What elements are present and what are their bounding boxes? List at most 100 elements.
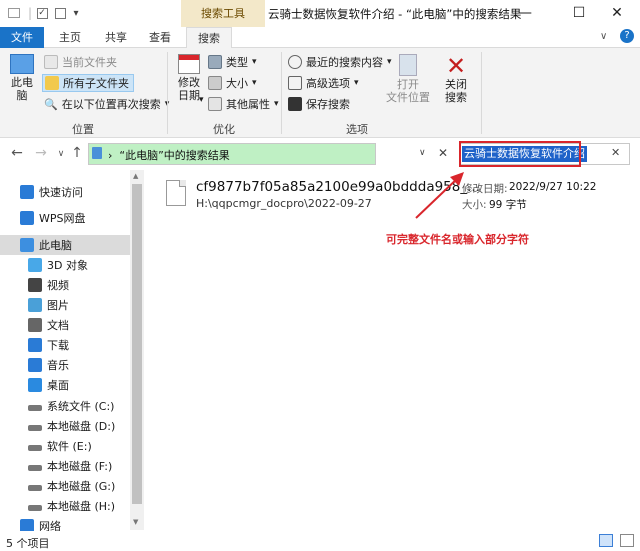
drive-icon — [28, 425, 42, 431]
large-icons-view-icon[interactable] — [620, 534, 634, 547]
chevron-down-icon: ▾ — [252, 57, 257, 67]
search-again-button[interactable]: 🔍在以下位置再次搜索▾ — [44, 95, 169, 113]
result-size-value: 99 字节 — [489, 199, 527, 211]
back-arrow-icon[interactable]: ← — [8, 145, 26, 161]
sidebar-item-label: 此电脑 — [39, 239, 72, 252]
size-button[interactable]: 大小 ▾ — [208, 74, 257, 92]
collapse-ribbon-icon[interactable]: ∨ — [600, 31, 607, 42]
sidebar-item-label: 本地磁盘 (G:) — [47, 480, 116, 493]
group-label-refine: 优化 — [213, 123, 235, 136]
tab-share[interactable]: 共享 — [94, 27, 138, 48]
forward-arrow-icon[interactable]: → — [32, 145, 50, 161]
sidebar-item[interactable]: 音乐 — [0, 355, 130, 375]
up-arrow-icon[interactable]: ↑ — [68, 145, 86, 161]
size-icon — [208, 76, 222, 90]
cloud-icon — [20, 211, 34, 225]
sidebar-item[interactable]: 下载 — [0, 335, 130, 355]
all-subfolders-button[interactable]: 所有子文件夹 — [42, 74, 134, 92]
sidebar-item[interactable]: 文档 — [0, 315, 130, 335]
drive-icon — [28, 505, 42, 511]
title-bar: | ✓ ▾ 搜索工具 云骑士数据恢复软件介绍 - “此电脑”中的搜索结果 — ☐… — [0, 0, 640, 27]
sidebar-item[interactable]: 图片 — [0, 295, 130, 315]
open-file-location-button[interactable]: 打开 文件位置 — [384, 54, 432, 104]
drive-icon — [28, 485, 42, 491]
sidebar-item-label: WPS网盘 — [39, 212, 86, 225]
sidebar-item[interactable]: 本地磁盘 (D:) — [0, 416, 130, 436]
properties-icon[interactable]: ✓ — [34, 5, 50, 21]
computer-icon — [20, 238, 34, 252]
tab-search[interactable]: 搜索 — [186, 27, 232, 49]
scroll-down-icon[interactable]: ▼ — [133, 518, 138, 526]
advanced-options-button[interactable]: 高级选项 ▾ — [288, 74, 359, 92]
close-search-button[interactable]: ✕ 关闭 搜索 — [438, 54, 474, 104]
music-icon — [28, 358, 42, 372]
sidebar-item[interactable]: 系统文件 (C:) — [0, 396, 130, 416]
group-divider — [481, 52, 482, 134]
sidebar-item-label: 桌面 — [47, 379, 69, 392]
sidebar-item[interactable]: 软件 (E:) — [0, 436, 130, 456]
sidebar-item[interactable]: 本地磁盘 (F:) — [0, 456, 130, 476]
annotation-highlight-box — [459, 141, 581, 167]
details-view-icon[interactable] — [599, 534, 613, 547]
chevron-down-icon: ▾ — [274, 99, 279, 109]
chevron-down-icon[interactable]: ▾ — [68, 5, 84, 21]
star-icon — [20, 185, 34, 199]
current-folder-button[interactable]: 当前文件夹 — [44, 53, 117, 71]
desktop-icon — [28, 378, 42, 392]
chevron-down-icon: ▾ — [199, 95, 204, 105]
sidebar-item-label: 快速访问 — [39, 186, 83, 199]
annotation-text: 可完整文件名或输入部分字符 — [386, 233, 529, 246]
sidebar-item[interactable]: 本地磁盘 (H:) — [0, 496, 130, 516]
kind-icon — [208, 55, 222, 69]
sidebar-item-label: 文档 — [47, 319, 69, 332]
tab-view[interactable]: 查看 — [138, 27, 182, 48]
sidebar-item-label: 本地磁盘 (D:) — [47, 420, 116, 433]
context-tab-search-tools: 搜索工具 — [181, 0, 265, 27]
annotation-arrow — [415, 172, 464, 219]
sidebar-item[interactable]: 视频 — [0, 275, 130, 295]
sidebar-item[interactable]: 桌面 — [0, 375, 130, 395]
picture-icon — [28, 298, 42, 312]
recent-searches-button[interactable]: 最近的搜索内容 ▾ — [288, 53, 392, 71]
sidebar-item-label: 图片 — [47, 299, 69, 312]
options-icon — [288, 76, 302, 90]
help-icon[interactable]: ? — [620, 29, 634, 43]
kind-button[interactable]: 类型 ▾ — [208, 53, 257, 71]
minimize-button[interactable]: — — [502, 0, 548, 27]
tab-home[interactable]: 主页 — [48, 27, 92, 48]
open-location-icon — [399, 54, 417, 76]
save-search-button[interactable]: 保存搜索 — [288, 95, 350, 113]
chevron-down-icon: ▾ — [252, 78, 257, 88]
folder-icon — [44, 55, 58, 69]
address-dropdown-icon[interactable]: ∨ — [419, 148, 426, 158]
close-window-button[interactable]: ✕ — [594, 0, 640, 27]
clear-search-icon[interactable]: ✕ — [611, 146, 620, 159]
search-icon: 🔍 — [44, 97, 58, 111]
sidebar-item-label: 3D 对象 — [47, 259, 88, 272]
sidebar-scrollbar-thumb[interactable] — [132, 184, 142, 504]
other-properties-button[interactable]: 其他属性 ▾ — [208, 95, 279, 113]
scroll-up-icon[interactable]: ▲ — [133, 172, 138, 180]
group-label-options: 选项 — [346, 123, 368, 136]
calendar-icon — [178, 54, 200, 74]
this-pc-button[interactable]: 此电 脑 — [6, 54, 38, 102]
sidebar-item[interactable]: 3D 对象 — [0, 255, 130, 275]
clear-address-icon[interactable]: ✕ — [438, 146, 448, 160]
new-folder-icon[interactable] — [52, 5, 68, 21]
group-label-location: 位置 — [72, 123, 94, 136]
address-path: › “此电脑”中的搜索结果 — [108, 149, 230, 162]
sidebar-item[interactable]: WPS网盘 — [0, 208, 130, 228]
download-icon — [28, 338, 42, 352]
sidebar-item[interactable]: 本地磁盘 (G:) — [0, 476, 130, 496]
window-title: 云骑士数据恢复软件介绍 - “此电脑”中的搜索结果 — [268, 7, 522, 21]
sidebar-item[interactable]: 快速访问 — [0, 182, 130, 202]
sidebar-item-label: 音乐 — [47, 359, 69, 372]
search-results-icon — [92, 147, 102, 159]
sidebar-item-label: 视频 — [47, 279, 69, 292]
tab-file[interactable]: 文件 — [0, 27, 44, 48]
sidebar-item-label: 本地磁盘 (H:) — [47, 500, 116, 513]
status-bar: 5 个项目 — [0, 531, 640, 551]
sidebar-item-label: 软件 (E:) — [47, 440, 92, 453]
sidebar-item[interactable]: 此电脑 — [0, 235, 130, 255]
drive-icon — [28, 465, 42, 471]
